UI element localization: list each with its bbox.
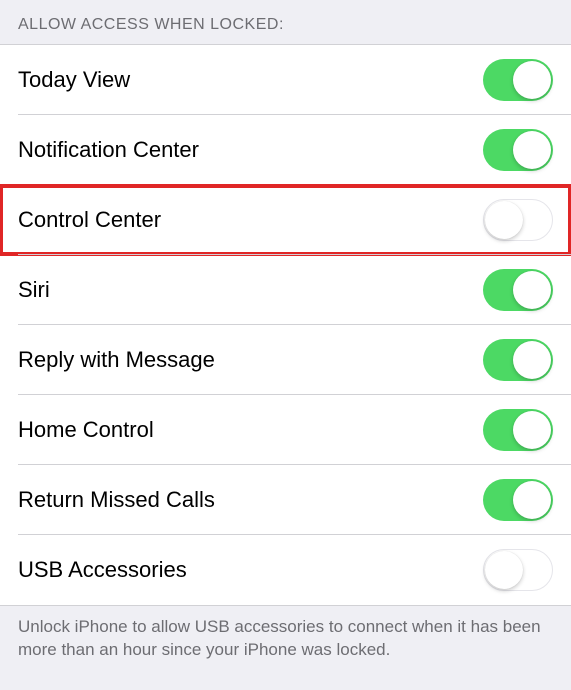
section-header: ALLOW ACCESS WHEN LOCKED: — [0, 0, 571, 44]
row-control-center: Control Center — [0, 185, 571, 255]
toggle-knob — [513, 481, 551, 519]
toggle-knob — [513, 341, 551, 379]
row-label: Home Control — [18, 417, 154, 443]
toggle-control-center[interactable] — [483, 199, 553, 241]
row-home-control: Home Control — [0, 395, 571, 465]
row-label: Return Missed Calls — [18, 487, 215, 513]
toggle-today-view[interactable] — [483, 59, 553, 101]
settings-list: Today View Notification Center Control C… — [0, 44, 571, 606]
toggle-knob — [513, 411, 551, 449]
row-label: Reply with Message — [18, 347, 215, 373]
row-today-view: Today View — [0, 45, 571, 115]
toggle-home-control[interactable] — [483, 409, 553, 451]
toggle-return-missed-calls[interactable] — [483, 479, 553, 521]
toggle-knob — [513, 271, 551, 309]
row-usb-accessories: USB Accessories — [0, 535, 571, 605]
toggle-siri[interactable] — [483, 269, 553, 311]
row-label: Notification Center — [18, 137, 199, 163]
toggle-reply-with-message[interactable] — [483, 339, 553, 381]
toggle-knob — [513, 61, 551, 99]
toggle-knob — [485, 551, 523, 589]
row-reply-with-message: Reply with Message — [0, 325, 571, 395]
row-label: Siri — [18, 277, 50, 303]
toggle-knob — [513, 131, 551, 169]
row-label: Control Center — [18, 207, 161, 233]
row-label: Today View — [18, 67, 130, 93]
row-notification-center: Notification Center — [0, 115, 571, 185]
section-footer: Unlock iPhone to allow USB accessories t… — [0, 606, 571, 676]
row-label: USB Accessories — [18, 557, 187, 583]
toggle-notification-center[interactable] — [483, 129, 553, 171]
row-return-missed-calls: Return Missed Calls — [0, 465, 571, 535]
toggle-knob — [485, 201, 523, 239]
toggle-usb-accessories[interactable] — [483, 549, 553, 591]
row-siri: Siri — [0, 255, 571, 325]
